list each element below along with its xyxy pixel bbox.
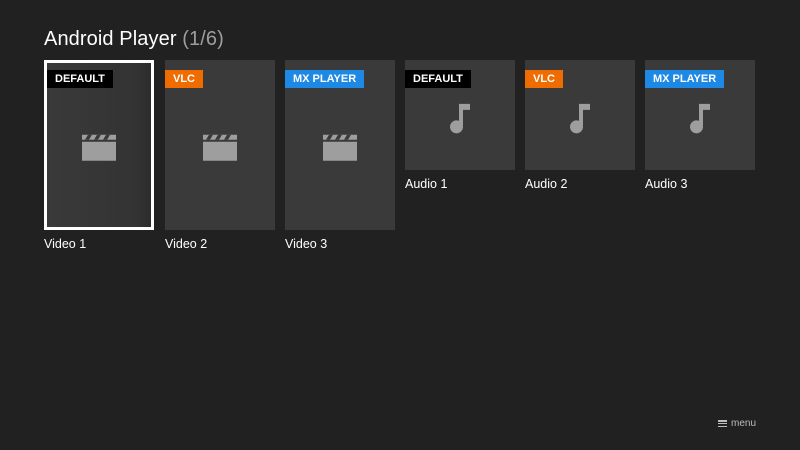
player-badge-mx-player: MX PLAYER xyxy=(645,70,725,88)
music-note-icon xyxy=(450,103,470,134)
player-badge-mx-player: MX PLAYER xyxy=(285,70,365,88)
player-badge-default: DEFAULT xyxy=(405,70,471,88)
page-title-text: Android Player xyxy=(44,28,177,50)
player-badge-vlc: VLC xyxy=(165,70,203,88)
media-card-audio-3[interactable]: MX PLAYER Audio 3 xyxy=(645,60,755,191)
player-badge-default: DEFAULT xyxy=(47,70,113,88)
hamburger-menu-icon xyxy=(717,420,727,427)
media-card-audio-2[interactable]: VLC Audio 2 xyxy=(525,60,635,191)
page-title: Android Player (1/6) xyxy=(44,28,224,51)
item-counter: (1/6) xyxy=(182,28,224,50)
clapperboard-icon xyxy=(203,134,237,161)
media-card-audio-1[interactable]: DEFAULT Audio 1 xyxy=(405,60,515,191)
music-note-icon xyxy=(690,103,710,134)
media-label: Video 1 xyxy=(44,237,87,251)
media-label: Audio 2 xyxy=(525,177,568,191)
media-label: Video 3 xyxy=(285,237,328,251)
menu-hint[interactable]: menu xyxy=(717,418,756,429)
clapperboard-icon xyxy=(82,134,116,161)
music-note-icon xyxy=(570,103,590,134)
media-card-video-3[interactable]: MX PLAYER Video 3 xyxy=(285,60,395,251)
menu-hint-label: menu xyxy=(730,418,756,429)
media-thumbnail[interactable]: MX PLAYER xyxy=(645,60,755,170)
media-label: Video 2 xyxy=(165,237,208,251)
media-label: Audio 1 xyxy=(405,177,448,191)
media-thumbnail[interactable]: VLC xyxy=(165,60,275,230)
clapperboard-icon xyxy=(323,134,357,161)
media-thumbnail[interactable]: DEFAULT xyxy=(405,60,515,170)
media-thumbnail[interactable]: DEFAULT xyxy=(44,60,154,230)
player-badge-vlc: VLC xyxy=(525,70,563,88)
media-thumbnail[interactable]: MX PLAYER xyxy=(285,60,395,230)
media-label: Audio 3 xyxy=(645,177,688,191)
android-player-screen: Android Player (1/6) DEFAULT Video 1 VLC… xyxy=(0,0,800,450)
media-card-video-1[interactable]: DEFAULT Video 1 xyxy=(44,60,154,251)
media-thumbnail[interactable]: VLC xyxy=(525,60,635,170)
media-card-video-2[interactable]: VLC Video 2 xyxy=(165,60,275,251)
